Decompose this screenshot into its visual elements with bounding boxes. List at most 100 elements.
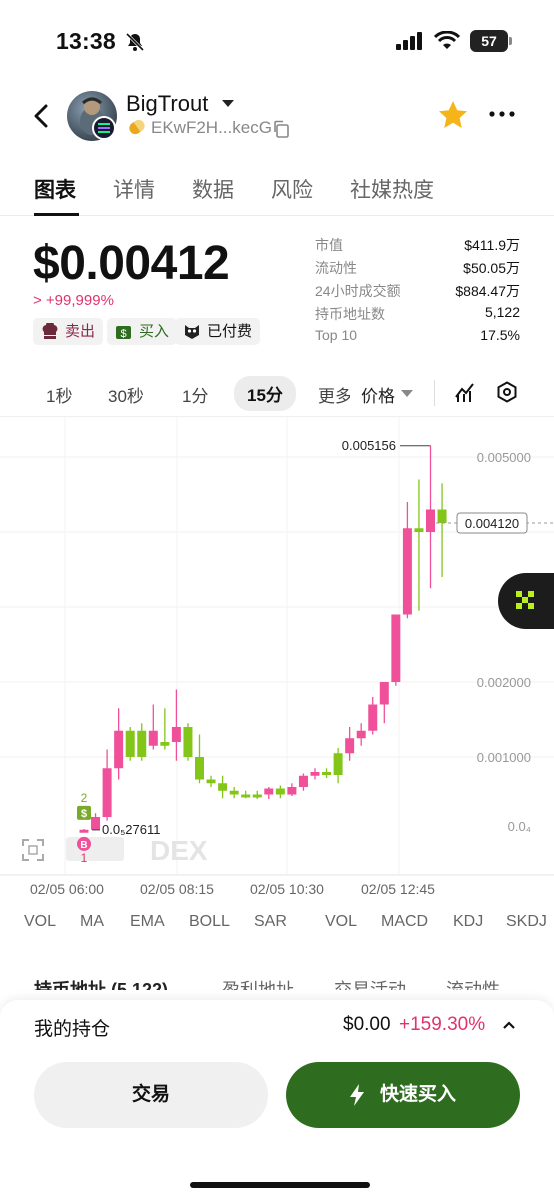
settings-hexagon-icon[interactable] <box>496 381 518 403</box>
candle-body <box>195 757 204 780</box>
tab-data[interactable]: 数据 <box>192 174 234 204</box>
candle-body <box>102 768 112 817</box>
candle-body <box>91 817 101 830</box>
x-axis-tick: 02/05 10:30 <box>250 881 324 897</box>
trade-button[interactable]: 交易 <box>34 1062 268 1128</box>
candle-body <box>148 730 158 746</box>
paid-tag-label: 已付费 <box>207 323 253 340</box>
copy-icon[interactable] <box>272 120 290 138</box>
current-price: $0.00412 <box>33 237 230 290</box>
indicator-boll[interactable]: BOLL <box>189 913 230 931</box>
candle-body <box>414 528 424 532</box>
status-time: 13:38 <box>56 28 116 54</box>
chef-hat-icon <box>42 323 58 339</box>
x-axis-tick: 02/05 12:45 <box>361 881 435 897</box>
interval-30s[interactable]: 30秒 <box>108 382 144 407</box>
interval-more[interactable]: 更多 <box>318 382 350 407</box>
interval-15m[interactable]: 15分 <box>234 376 296 411</box>
stat-label: 市值 <box>315 237 343 253</box>
sell-marker-glyph: $ <box>81 808 87 820</box>
lightning-icon <box>350 1084 364 1106</box>
indicator-ma[interactable]: MA <box>80 913 104 931</box>
chevron-up-icon[interactable] <box>502 1020 516 1030</box>
tab-chart[interactable]: 图表 <box>34 174 76 204</box>
stat-row: 24小时成交额 $884.47万 <box>315 279 520 302</box>
token-dropdown-caret-icon[interactable] <box>222 100 234 107</box>
buy-marker-glyph: B <box>80 840 87 851</box>
tab-details[interactable]: 详情 <box>113 174 155 204</box>
indicator-macd[interactable]: MACD <box>381 913 428 931</box>
candle-body <box>322 772 332 775</box>
candle-body <box>310 772 320 776</box>
candle-body <box>368 704 378 731</box>
interval-1s[interactable]: 1秒 <box>46 382 72 407</box>
solana-chain-icon <box>92 116 116 140</box>
stat-label: 24小时成交额 <box>315 283 401 299</box>
price-change: > +99,999% <box>33 292 114 309</box>
subtab-holders[interactable]: 持币地址 (5,122) <box>34 976 168 990</box>
status-bar: 13:38 57 <box>0 0 554 84</box>
stat-value: 17.5% <box>480 327 520 343</box>
sell-tag[interactable]: 卖出 <box>33 318 104 345</box>
floating-widget[interactable] <box>498 573 554 629</box>
price-type-select[interactable]: 价格 <box>361 382 413 407</box>
subtab-liquidity[interactable]: 流动性 <box>446 976 500 990</box>
candle-body <box>241 794 251 798</box>
candle-body <box>206 779 216 784</box>
stat-row: 持币地址数 5,122 <box>315 302 520 325</box>
indicator-sar[interactable]: SAR <box>254 913 287 931</box>
detail-tabs: 图表 详情 数据 风险 社媒热度 <box>0 160 554 216</box>
token-name[interactable]: BigTrout <box>126 91 208 117</box>
interval-selector: 1秒 30秒 1分 15分 更多 价格 <box>0 372 554 416</box>
candle-body <box>252 794 262 798</box>
interval-1m[interactable]: 1分 <box>182 382 208 407</box>
favorite-star-icon[interactable] <box>437 99 469 131</box>
dex-watermark: DEX <box>150 835 208 866</box>
subtab-profit[interactable]: 盈利地址 <box>222 976 294 990</box>
fullscreen-icon[interactable] <box>22 839 44 861</box>
buy-tag-label: 买入 <box>139 323 170 340</box>
quick-buy-button[interactable]: 快速买入 <box>286 1062 520 1128</box>
stat-value: 5,122 <box>484 304 520 320</box>
candle-body <box>437 509 447 523</box>
y-axis-tick: 0.002000 <box>477 675 531 690</box>
contract-address: EKwF2H...kecG <box>151 118 272 137</box>
candle-body <box>426 509 435 532</box>
token-stats: 市值 $411.9万 流动性 $50.05万 24小时成交额 $884.47万 持币地… <box>315 233 520 348</box>
stat-value: $884.47万 <box>455 283 520 299</box>
y-axis-tick: 0.005000 <box>477 450 531 465</box>
subtab-activity[interactable]: 交易活动 <box>334 976 406 990</box>
more-options-icon[interactable] <box>489 110 515 118</box>
wifi-icon <box>434 31 460 49</box>
indicator-chart-icon[interactable] <box>454 381 476 403</box>
back-arrow-icon[interactable] <box>30 102 54 130</box>
candle-body <box>218 783 228 791</box>
owl-icon <box>185 325 199 339</box>
paid-tag[interactable]: 已付费 <box>175 318 261 345</box>
trade-marker-count: 2 <box>81 791 88 805</box>
indicator-vol[interactable]: VOL <box>24 913 56 931</box>
indicator-skdj[interactable]: SKDJ <box>506 913 547 931</box>
tab-risk[interactable]: 风险 <box>271 174 313 204</box>
x-axis-tick: 02/05 08:15 <box>140 881 214 897</box>
stat-label: 持币地址数 <box>315 306 385 322</box>
svg-text:$: $ <box>120 328 126 340</box>
indicator-vol-sub[interactable]: VOL <box>325 913 357 931</box>
candle-body <box>160 742 170 746</box>
candle-body <box>333 753 343 775</box>
price-chart[interactable]: DEX 0.0050000.0030.0020000.0010000.0₄0.0… <box>0 416 554 900</box>
candle-body <box>183 727 193 757</box>
stat-label: 流动性 <box>315 260 357 276</box>
divider <box>434 380 435 406</box>
tab-social[interactable]: 社媒热度 <box>350 174 434 204</box>
candle-body <box>379 682 389 705</box>
bell-muted-icon <box>125 32 145 52</box>
battery-indicator: 57 <box>470 30 512 52</box>
money-bag-icon: $ <box>116 326 131 340</box>
candle-body <box>229 790 239 795</box>
candle-body <box>125 730 135 757</box>
candlestick-chart[interactable]: DEX 0.0050000.0030.0020000.0010000.0₄0.0… <box>0 417 554 901</box>
indicator-ema[interactable]: EMA <box>130 913 165 931</box>
indicator-kdj[interactable]: KDJ <box>453 913 483 931</box>
buy-tag[interactable]: $ 买入 <box>107 318 178 345</box>
